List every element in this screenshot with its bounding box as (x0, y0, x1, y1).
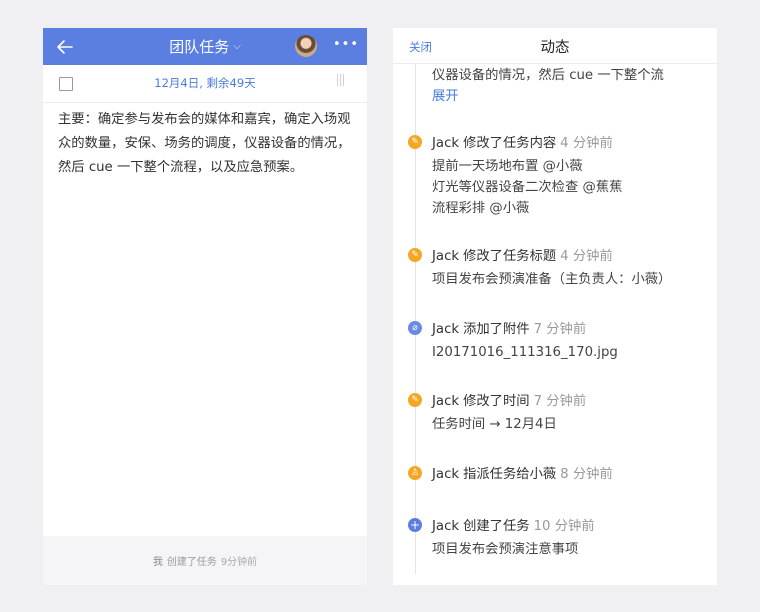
activity-detail-line: 提前一天场地布置 @小薇 (432, 159, 583, 174)
activity-action: 修改了任务标题 (463, 249, 557, 264)
activity-title: 动态 (540, 40, 570, 56)
activity-action: 创建了任务 (463, 519, 530, 534)
truncated-description: 仪器设备的情况，然后 cue 一下整个流 (432, 68, 664, 83)
activity-actor: Jack (432, 467, 460, 482)
activity-panel: 关闭 动态 仪器设备的情况，然后 cue 一下整个流 展开 ✎ Jack 修改了任… (393, 28, 717, 585)
project-selector[interactable]: 团队任务 ⌵ (43, 28, 367, 65)
activity-header: 关闭 动态 (393, 28, 717, 64)
task-footer[interactable]: 我 创建了任务 9分钟前 (43, 536, 367, 585)
activity-detail: 提前一天场地布置 @小薇 灯光等仪器设备二次检查 @蕉蕉 流程彩排 @小薇 (432, 156, 622, 219)
activity-head: Jack 添加了附件 7 分钟前 (432, 318, 586, 337)
priority-icon[interactable] (337, 74, 351, 88)
activity-time: 7 分钟前 (533, 322, 587, 337)
activity-head: Jack 修改了任务标题 4 分钟前 (432, 245, 613, 264)
activity-time: 4 分钟前 (560, 249, 613, 264)
activity-head: Jack 创建了任务 10 分钟前 (432, 515, 595, 534)
activity-time: 8 分钟前 (560, 467, 613, 482)
activity-action: 修改了时间 (463, 394, 530, 409)
activity-action: 添加了附件 (463, 322, 530, 337)
activity-detail: 任务时间 → 12月4日 (432, 414, 557, 435)
activity-action: 修改了任务内容 (463, 136, 557, 151)
task-header-bar: 团队任务 ⌵ ••• (43, 28, 367, 65)
more-icon[interactable]: ••• (333, 37, 359, 52)
paperclip-icon: ⌀ (408, 321, 422, 335)
expand-link[interactable]: 展开 (432, 85, 459, 104)
activity-head: Jack 修改了时间 7 分钟前 (432, 390, 586, 409)
activity-action: 指派任务给小薇 (463, 467, 557, 482)
footer-time: 9分钟前 (220, 557, 258, 568)
attachment-link[interactable]: I20171016_111316_170.jpg (432, 342, 618, 363)
activity-detail: I20171016_111316_170.jpg (432, 342, 618, 363)
activity-actor: Jack (432, 394, 460, 409)
pencil-icon: ✎ (408, 393, 422, 407)
task-detail-panel: 团队任务 ⌵ ••• 12月4日, 剩余49天 主要：确定参与发布会的媒体和嘉宾… (43, 28, 367, 585)
task-meta-row: 12月4日, 剩余49天 (43, 65, 367, 103)
person-icon: ♙ (408, 466, 422, 480)
activity-actor: Jack (432, 136, 460, 151)
activity-actor: Jack (432, 322, 460, 337)
pencil-icon: ✎ (408, 248, 422, 262)
footer-actor: 我 (152, 557, 163, 568)
activity-detail: 项目发布会预演注意事项 (432, 539, 578, 560)
task-description[interactable]: 主要：确定参与发布会的媒体和嘉宾，确定入场观众的数量，安保、场务的调度，仪器设备… (58, 108, 352, 180)
footer-action: 创建了任务 (166, 557, 217, 568)
due-date-text[interactable]: 12月4日, 剩余49天 (43, 75, 367, 91)
activity-detail-line: 项目发布会预演注意事项 (432, 542, 579, 557)
pencil-icon: ✎ (408, 135, 422, 149)
activity-detail-line: 流程彩排 @小薇 (432, 201, 530, 216)
activity-detail-line: 灯光等仪器设备二次检查 @蕉蕉 (432, 180, 623, 195)
chevron-down-icon: ⌵ (233, 41, 241, 52)
activity-detail-line: 项目发布会预演准备（主负责人：小薇） (432, 272, 672, 287)
activity-actor: Jack (432, 249, 460, 264)
header-title: 团队任务 (169, 38, 230, 56)
activity-actor: Jack (432, 519, 460, 534)
activity-time: 10 分钟前 (533, 519, 595, 534)
activity-time: 4 分钟前 (560, 136, 613, 151)
plus-icon: + (408, 518, 422, 532)
avatar[interactable] (295, 35, 317, 57)
activity-head: Jack 修改了任务内容 4 分钟前 (432, 132, 613, 151)
activity-head: Jack 指派任务给小薇 8 分钟前 (432, 463, 613, 482)
activity-detail-line: 任务时间 → 12月4日 (432, 417, 557, 432)
activity-detail: 项目发布会预演准备（主负责人：小薇） (432, 269, 671, 290)
activity-time: 7 分钟前 (533, 394, 587, 409)
